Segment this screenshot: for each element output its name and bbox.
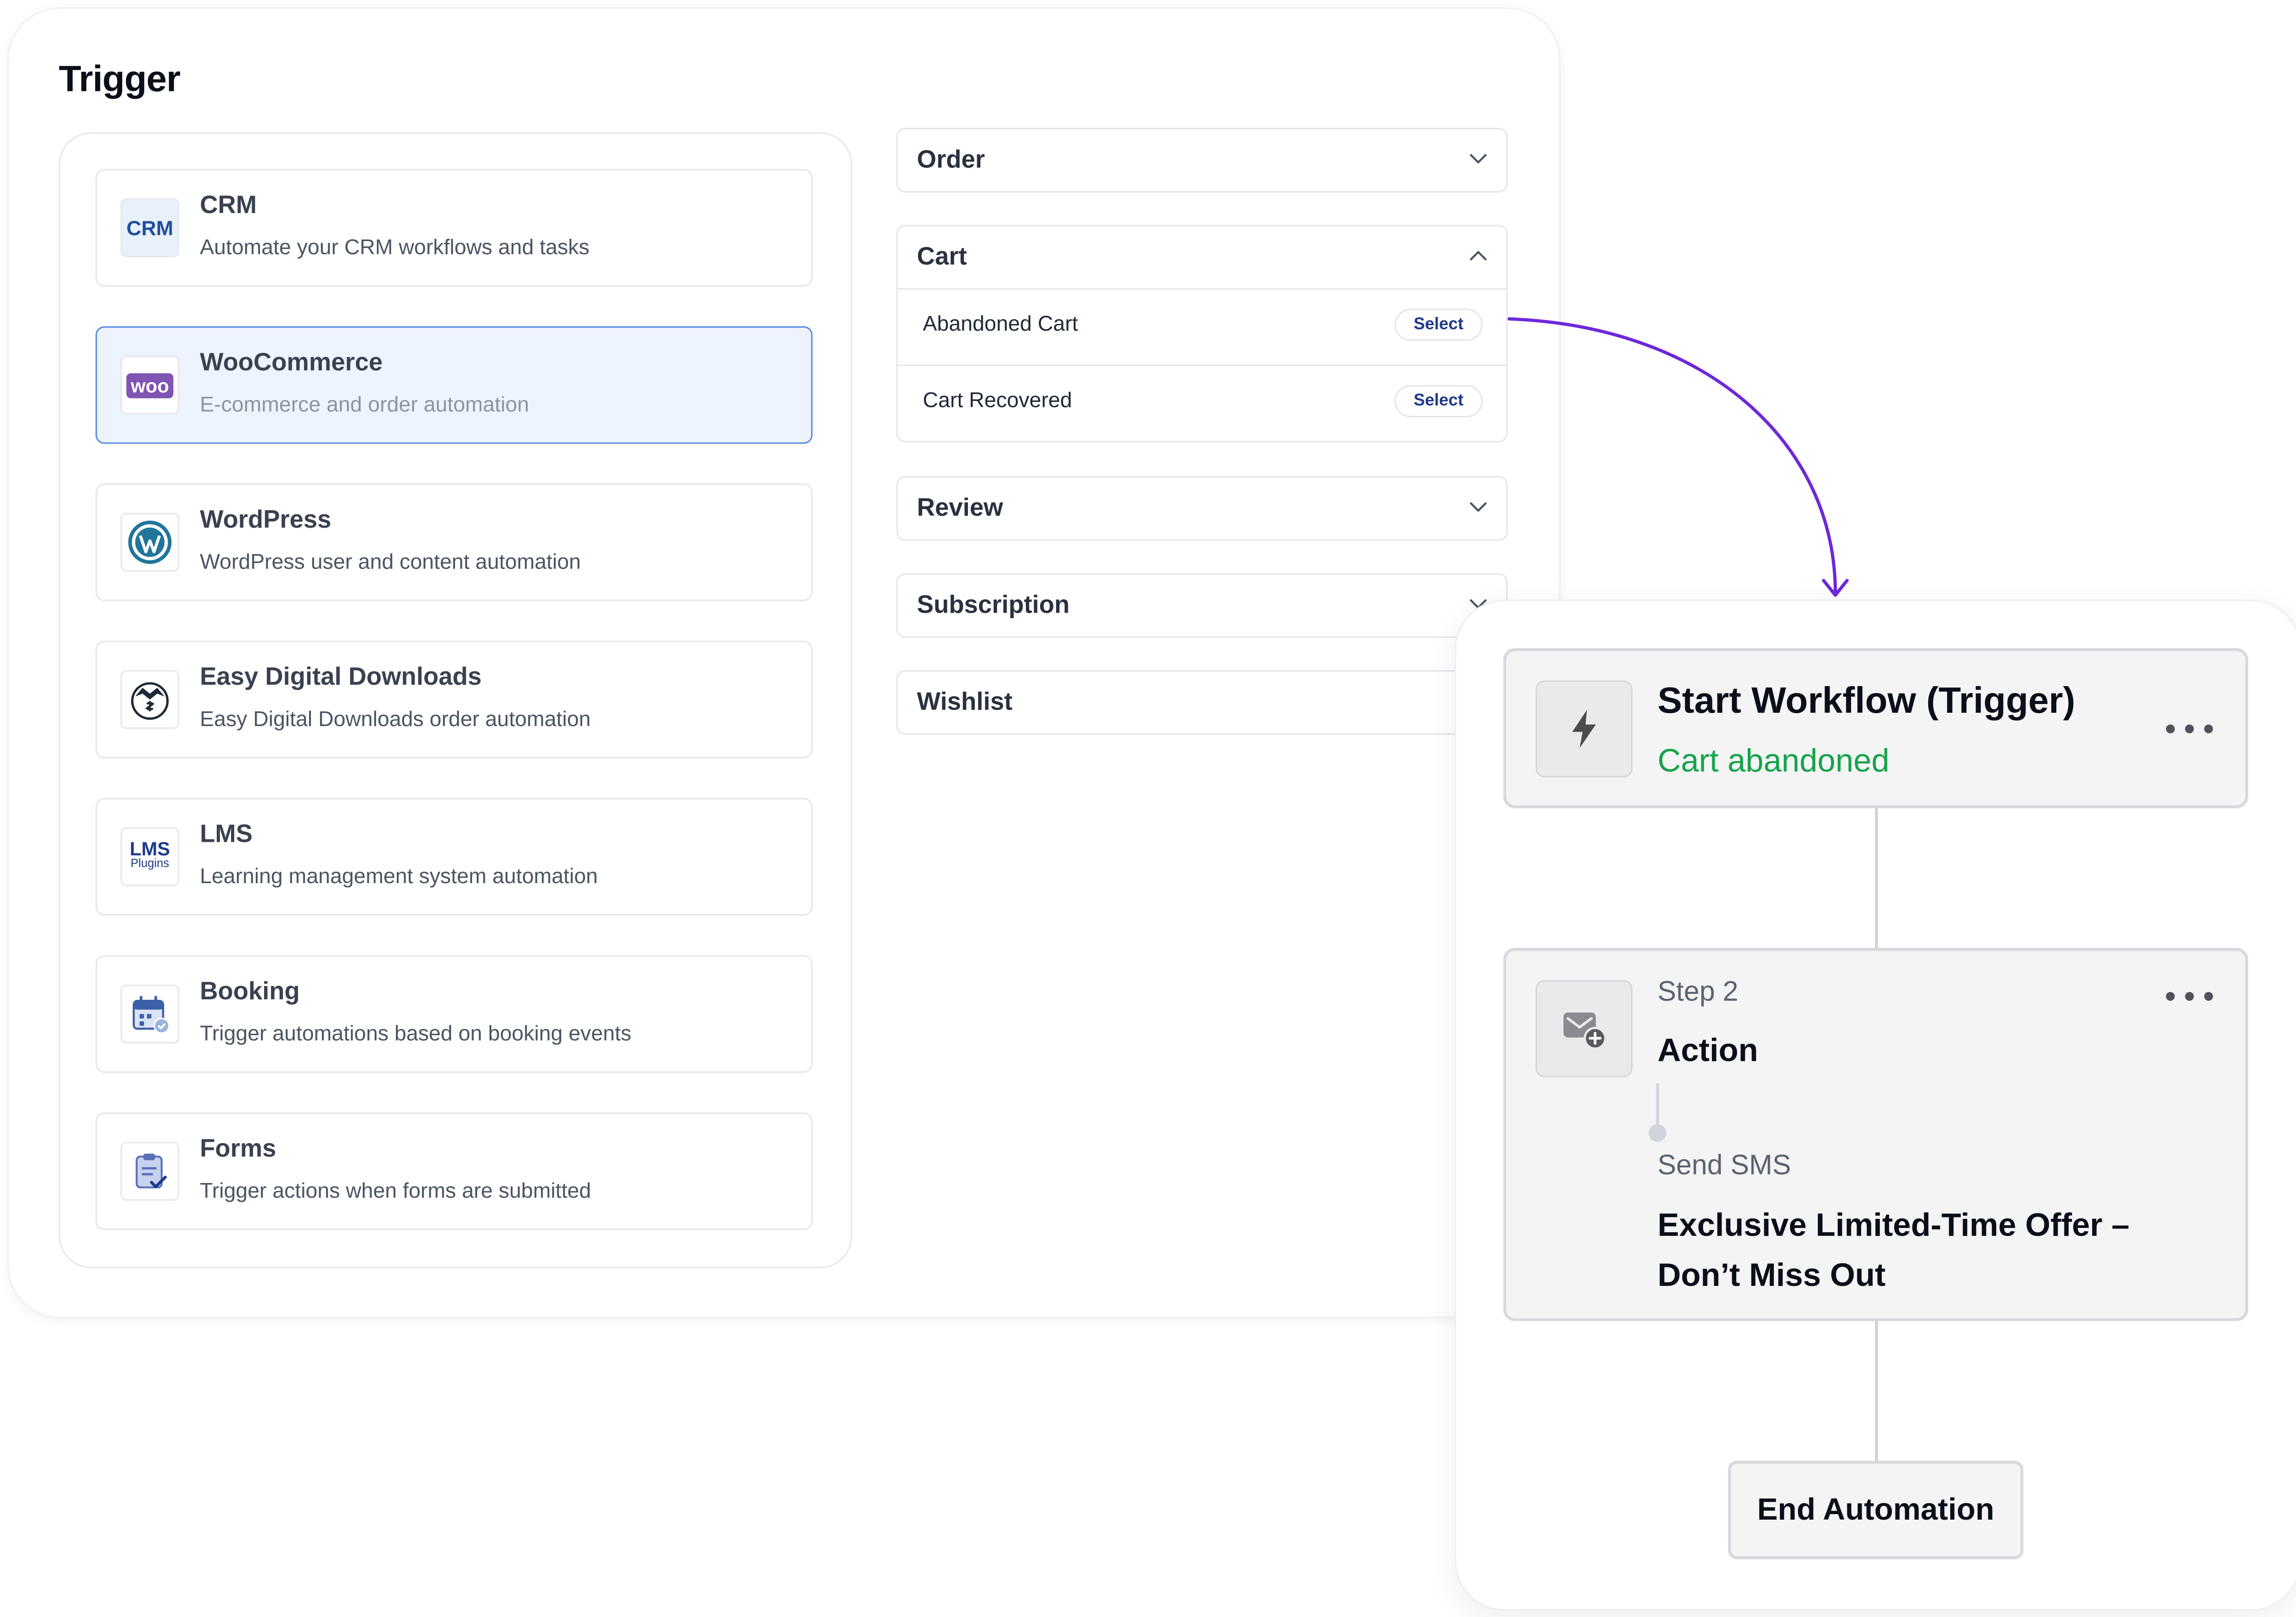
action-step-card[interactable]: Step 2 Action Send SMS Exclusive Limited… (1503, 948, 2248, 1321)
integration-description: Trigger automations based on booking eve… (200, 1023, 631, 1047)
category-header[interactable]: Review (898, 478, 1506, 539)
woocommerce-logo-icon: woo (120, 355, 180, 415)
lightning-bolt-icon (1536, 680, 1633, 778)
integration-description: E-commerce and order automation (200, 394, 529, 417)
integration-description: Automate your CRM workflows and tasks (200, 237, 590, 260)
calendar-icon (120, 985, 180, 1043)
integration-title: WordPress (200, 505, 332, 534)
sub-step-connector (1656, 1083, 1659, 1127)
trigger-panel: Trigger CRM CRM Automate your CRM workfl… (7, 7, 1561, 1318)
integration-item-forms[interactable]: Forms Trigger actions when forms are sub… (96, 1112, 813, 1230)
woocommerce-logo-text: woo (126, 372, 174, 398)
sub-step-dot (1649, 1124, 1666, 1142)
more-options-icon[interactable] (2166, 721, 2213, 736)
integration-item-crm[interactable]: CRM CRM Automate your CRM workflows and … (96, 169, 813, 287)
action-message-title: Exclusive Limited-Time Offer – Don’t Mis… (1657, 1206, 2130, 1293)
lms-plugins-logo-icon: LMS Plugins (120, 827, 180, 886)
trigger-option-abandoned-cart: Abandoned Cart Select (898, 288, 1506, 364)
category-label: Review (917, 494, 1003, 522)
flow-connector (1875, 1318, 1878, 1464)
easy-digital-downloads-logo-icon (120, 670, 180, 729)
app-canvas: Trigger CRM CRM Automate your CRM workfl… (0, 0, 2296, 1617)
panel-title: Trigger (59, 59, 180, 100)
crm-logo-icon: CRM (120, 198, 180, 257)
integration-title: LMS (200, 820, 253, 848)
category-label: Order (917, 145, 985, 174)
integration-item-lms[interactable]: LMS Plugins LMS Learning management syst… (96, 798, 813, 916)
step-number-label: Step 2 (1657, 977, 1739, 1009)
integration-description: Easy Digital Downloads order automation (200, 708, 591, 732)
integration-item-wordpress[interactable]: WordPress WordPress user and content aut… (96, 483, 813, 601)
chevron-down-icon (1469, 154, 1487, 163)
integration-list: CRM CRM Automate your CRM workflows and … (59, 132, 852, 1268)
lms-logo-text: LMS (129, 838, 170, 860)
category-header[interactable]: Wishlist (898, 671, 1506, 733)
category-label: Subscription (917, 591, 1070, 619)
integration-title: CRM (200, 191, 257, 219)
integration-item-booking[interactable]: Booking Trigger automations based on boo… (96, 955, 813, 1073)
option-label: Abandoned Cart (923, 313, 1078, 337)
integration-item-easy-digital-downloads[interactable]: Easy Digital Downloads Easy Digital Down… (96, 641, 813, 759)
flow-connector (1875, 805, 1878, 952)
category-wishlist[interactable]: Wishlist (896, 670, 1508, 735)
category-header[interactable]: Subscription (898, 575, 1506, 636)
select-cart-recovered-button[interactable]: Select (1394, 385, 1483, 417)
more-options-icon[interactable] (2166, 989, 2213, 1004)
message-add-icon (1536, 980, 1633, 1077)
wordpress-logo-icon (120, 513, 180, 572)
end-automation-button[interactable]: End Automation (1728, 1460, 2024, 1560)
chevron-down-icon (1469, 502, 1487, 512)
trigger-step-subtitle: Cart abandoned (1657, 742, 1890, 779)
select-abandoned-cart-button[interactable]: Select (1394, 309, 1483, 341)
category-label: Wishlist (917, 687, 1013, 716)
integration-title: Booking (200, 977, 300, 1005)
clipboard-check-icon (120, 1142, 180, 1201)
category-header[interactable]: Cart (898, 226, 1506, 288)
integration-description: WordPress user and content automation (200, 551, 581, 575)
integration-item-woocommerce[interactable]: woo WooCommerce E-commerce and order aut… (96, 326, 813, 444)
trigger-step-card[interactable]: Start Workflow (Trigger) Cart abandoned (1503, 648, 2248, 808)
option-label: Cart Recovered (923, 389, 1072, 413)
category-header[interactable]: Order (898, 130, 1506, 191)
trigger-option-cart-recovered: Cart Recovered Select (898, 364, 1506, 441)
category-subscription[interactable]: Subscription (896, 573, 1508, 638)
category-order[interactable]: Order (896, 128, 1508, 193)
integration-description: Learning management system automation (200, 865, 598, 889)
action-type-label: Send SMS (1657, 1150, 1791, 1182)
category-label: Cart (917, 242, 967, 270)
lms-logo-subtext: Plugins (130, 856, 169, 870)
integration-title: Forms (200, 1134, 276, 1163)
integration-title: WooCommerce (200, 348, 383, 377)
trigger-step-title: Start Workflow (Trigger) (1657, 680, 2076, 722)
chevron-up-icon (1469, 251, 1487, 261)
category-review[interactable]: Review (896, 476, 1508, 541)
crm-logo-text: CRM (122, 200, 178, 256)
category-cart: Cart Abandoned Cart Select Cart Recovere… (896, 225, 1508, 443)
integration-description: Trigger actions when forms are submitted (200, 1180, 591, 1204)
action-step-title: Action (1657, 1031, 1758, 1069)
integration-title: Easy Digital Downloads (200, 663, 482, 691)
